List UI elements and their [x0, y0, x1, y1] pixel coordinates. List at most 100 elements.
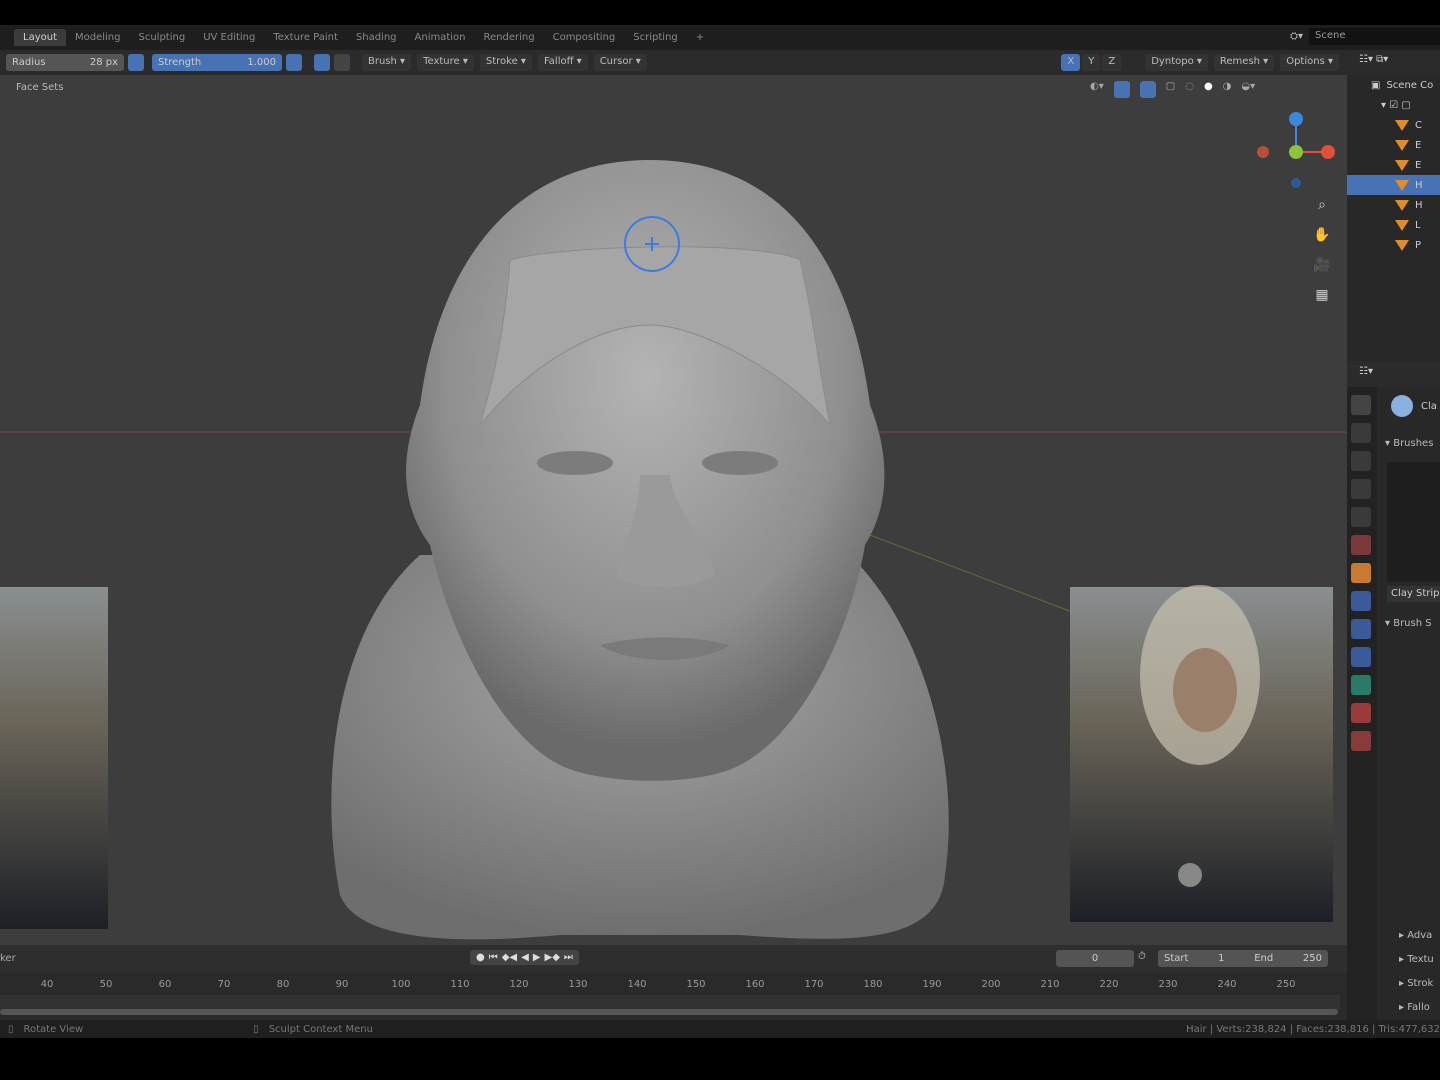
render-tab-icon[interactable]	[1351, 423, 1371, 443]
tab-compositing[interactable]: Compositing	[544, 29, 625, 46]
tab-shading[interactable]: Shading	[347, 29, 406, 46]
next-keyframe-icon[interactable]: ▶◆	[545, 952, 560, 963]
texture-menu[interactable]: Texture ▾	[417, 54, 474, 71]
timeline-marker-menu[interactable]: ker	[0, 953, 16, 964]
tab-layout[interactable]: Layout	[14, 29, 66, 46]
add-direction-button[interactable]	[314, 54, 330, 71]
stopwatch-icon[interactable]: ⏱	[1138, 951, 1146, 962]
brush-settings-panel[interactable]: ▾ Brush S	[1385, 618, 1432, 629]
tab-modeling[interactable]: Modeling	[66, 29, 130, 46]
gizmo-toggle-icon[interactable]	[1113, 81, 1130, 98]
pan-hand-icon[interactable]: ✋	[1312, 227, 1332, 247]
object-tab-icon[interactable]	[1351, 563, 1371, 583]
brush-preview[interactable]	[1387, 462, 1440, 582]
camera-icon[interactable]: 🎥	[1312, 257, 1332, 277]
stroke-menu[interactable]: Stroke ▾	[479, 54, 532, 71]
outliner-root[interactable]: ▣ Scene Co	[1347, 75, 1440, 95]
strength-field[interactable]: Strength 1.000	[152, 54, 282, 71]
record-icon[interactable]: ●	[476, 952, 485, 963]
dyntopo-menu[interactable]: Dyntopo ▾	[1145, 54, 1208, 71]
mesh-object-icon	[1395, 119, 1409, 131]
timeline-track[interactable]	[0, 995, 1340, 1009]
xray-icon[interactable]: ▢	[1166, 81, 1175, 98]
outliner-item[interactable]: E	[1347, 155, 1440, 175]
subtract-direction-button[interactable]	[334, 54, 350, 71]
zoom-icon[interactable]: ⌕	[1312, 197, 1332, 217]
brushes-panel[interactable]: ▾ Brushes	[1385, 438, 1433, 449]
brush-subpanel[interactable]: ▸ Strok	[1399, 978, 1434, 1002]
world-tab-icon[interactable]	[1351, 535, 1371, 555]
tool-menus: Brush ▾ Texture ▾ Stroke ▾ Falloff ▾ Cursor …	[362, 54, 647, 71]
texture-tab-icon[interactable]	[1351, 731, 1371, 751]
outliner-collection[interactable]: ▾ ☑ ▢	[1347, 95, 1440, 115]
mesh-object-icon	[1395, 239, 1409, 251]
end-label: End	[1254, 953, 1274, 964]
brush-preview-label[interactable]: Clay Strip	[1387, 586, 1440, 602]
rendered-shading-icon[interactable]: ◒▾	[1241, 81, 1255, 98]
grid-icon[interactable]: ▦	[1312, 287, 1332, 307]
navigation-gizmo	[1257, 112, 1335, 188]
tool-tab-icon[interactable]	[1351, 395, 1371, 415]
brush-subpanel[interactable]: ▸ Adva	[1399, 930, 1434, 954]
radius-field[interactable]: Radius 28 px	[6, 54, 124, 71]
overlay-toggle-icon[interactable]	[1139, 81, 1156, 98]
view-layer-tab-icon[interactable]	[1351, 479, 1371, 499]
reference-medallion	[1178, 863, 1202, 887]
tab-animation[interactable]: Animation	[406, 29, 475, 46]
play-icon[interactable]: ▶	[533, 952, 541, 963]
add-workspace-button[interactable]: +	[687, 29, 713, 46]
falloff-menu[interactable]: Falloff ▾	[537, 54, 588, 71]
symmetry-z-toggle[interactable]: Z	[1102, 54, 1122, 71]
gizmo-neg-x	[1257, 146, 1269, 158]
cursor-menu[interactable]: Cursor ▾	[593, 54, 647, 71]
timeline-scrollbar[interactable]	[0, 1009, 1338, 1015]
output-tab-icon[interactable]	[1351, 451, 1371, 471]
collection-icon: ▣	[1371, 79, 1381, 91]
current-frame-field[interactable]: 0	[1056, 950, 1134, 967]
options-menu[interactable]: Options ▾	[1280, 54, 1339, 71]
tab-scripting[interactable]: Scripting	[624, 29, 686, 46]
outliner-item[interactable]: C	[1347, 115, 1440, 135]
scene-name-field[interactable]: Scene	[1309, 27, 1440, 45]
physics-tab-icon[interactable]	[1351, 647, 1371, 667]
outliner-item[interactable]: E	[1347, 135, 1440, 155]
data-tab-icon[interactable]	[1351, 675, 1371, 695]
play-reverse-icon[interactable]: ◀	[521, 952, 529, 963]
jump-end-icon[interactable]: ⏭	[564, 952, 573, 963]
material-tab-icon[interactable]	[1351, 703, 1371, 723]
brush-subpanel[interactable]: ▸ Textu	[1399, 954, 1434, 978]
outliner-item[interactable]: P	[1347, 235, 1440, 255]
remesh-menu[interactable]: Remesh ▾	[1213, 54, 1275, 71]
dyntopo-menu-label: Dyntopo	[1151, 56, 1194, 67]
tab-uv-editing[interactable]: UV Editing	[194, 29, 264, 46]
solid-shading-icon[interactable]: ●	[1204, 81, 1213, 98]
view-object-icon[interactable]: ◐▾	[1090, 81, 1104, 98]
frame-range[interactable]: Start 1 End 250	[1158, 950, 1328, 967]
viewport-canvas	[0, 112, 1347, 940]
outliner-item[interactable]: H	[1347, 175, 1440, 195]
wireframe-shading-icon[interactable]: ◌	[1185, 81, 1194, 98]
modifier-tab-icon[interactable]	[1351, 591, 1371, 611]
face-sets-menu[interactable]: Face Sets	[16, 82, 63, 93]
3d-viewport[interactable]: ⌕ ✋ 🎥 ▦ ◐▾ ▢ ◌ ● ◑ ◒▾	[0, 75, 1347, 945]
brush-menu[interactable]: Brush ▾	[362, 54, 412, 71]
material-shading-icon[interactable]: ◑	[1223, 81, 1232, 98]
scene-selector[interactable]: ⛭▾ Scene	[1290, 27, 1440, 45]
outliner-item[interactable]: L	[1347, 215, 1440, 235]
light-line	[869, 534, 1081, 616]
scene-tab-icon[interactable]	[1351, 507, 1371, 527]
timeline: ker ● ⏮ ◆◀ ◀ ▶ ▶◆ ⏭ 0 ⏱ Start 1 End 250 40 5…	[0, 945, 1347, 1020]
symmetry-x-toggle[interactable]: X	[1061, 54, 1081, 71]
outliner-item[interactable]: H	[1347, 195, 1440, 215]
tab-texture-paint[interactable]: Texture Paint	[264, 29, 347, 46]
jump-start-icon[interactable]: ⏮	[489, 952, 498, 963]
tab-rendering[interactable]: Rendering	[475, 29, 544, 46]
radius-pressure-icon[interactable]	[128, 54, 144, 71]
strength-pressure-icon[interactable]	[286, 54, 302, 71]
prev-keyframe-icon[interactable]: ◆◀	[502, 952, 517, 963]
symmetry-y-toggle[interactable]: Y	[1082, 54, 1101, 71]
brush-selector[interactable]: Cla	[1391, 395, 1437, 417]
tab-sculpting[interactable]: Sculpting	[130, 29, 195, 46]
outliner-item-label: H	[1415, 199, 1423, 211]
particles-tab-icon[interactable]	[1351, 619, 1371, 639]
